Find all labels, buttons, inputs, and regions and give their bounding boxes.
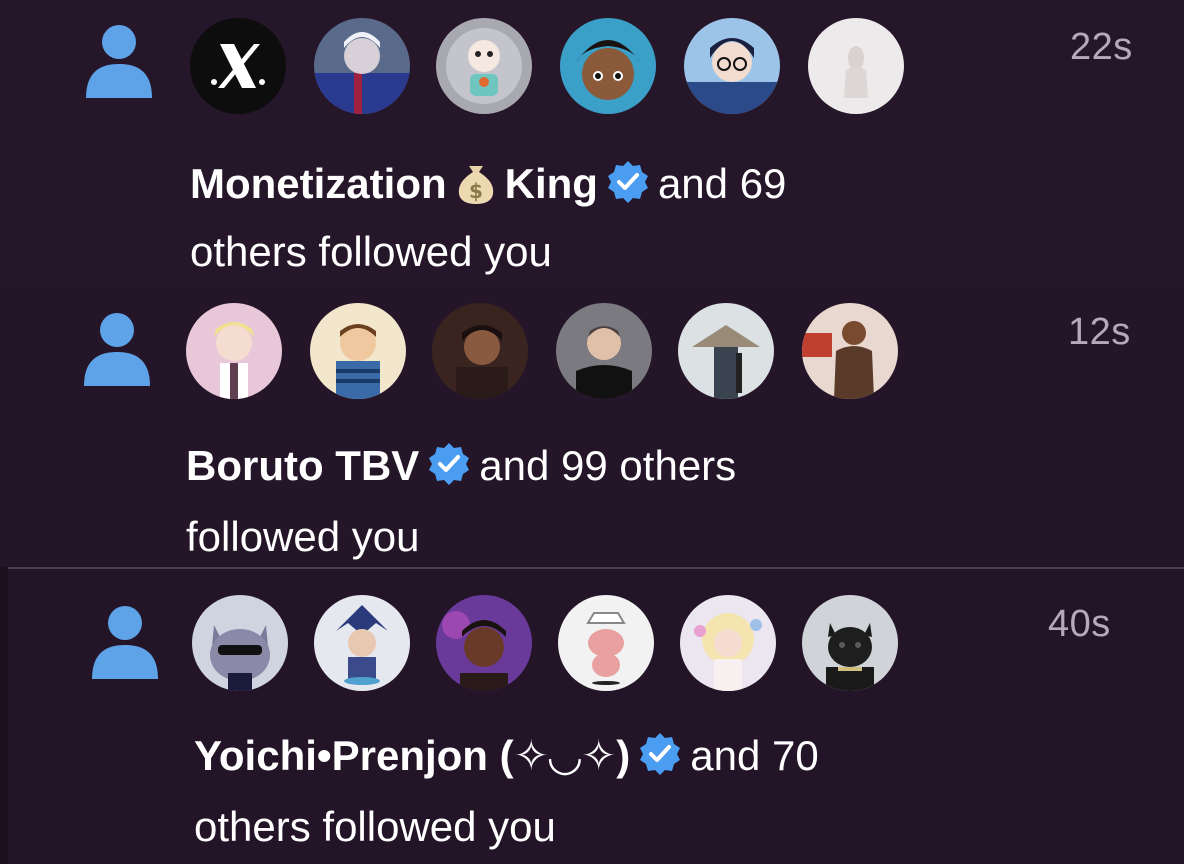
muscular-man-avatar[interactable] (802, 303, 898, 399)
notification-text-line2: followed you (186, 513, 420, 560)
notification-follow-1[interactable]: 22s Monetization $ King and 69 others follo… (0, 0, 1184, 285)
person-icon (84, 22, 154, 98)
chibi-warrior-avatar[interactable] (314, 595, 410, 691)
verified-badge-icon (425, 440, 473, 488)
notification-follow-2[interactable]: 12s Boruto TBV and 99 others followed you (0, 285, 1184, 567)
cartoon-kid-avatar[interactable] (310, 303, 406, 399)
notification-follow-3[interactable]: 40s Yoichi•Prenjon (✧◡✧) and 70 others fo… (8, 567, 1184, 864)
dark-portrait-avatar[interactable] (432, 303, 528, 399)
verified-badge-icon (604, 158, 652, 206)
followers-count-text: and 99 others (479, 442, 737, 489)
black-panther-avatar[interactable] (802, 595, 898, 691)
verified-badge-icon (636, 730, 684, 778)
notification-text-line1: Yoichi•Prenjon (✧◡✧) and 70 (194, 730, 819, 780)
left-edge-strip (0, 567, 8, 864)
straw-hat-warrior-avatar[interactable] (678, 303, 774, 399)
beanie-man-avatar[interactable] (436, 595, 532, 691)
user-name[interactable]: Boruto TBV (186, 442, 419, 489)
man-black-shirt-avatar[interactable] (556, 303, 652, 399)
sunglasses-cat-avatar[interactable] (192, 595, 288, 691)
white-figure-avatar[interactable] (808, 18, 904, 114)
timestamp: 12s (1068, 311, 1131, 353)
pink-creature-avatar[interactable] (558, 595, 654, 691)
money-bag-icon: $ (451, 156, 501, 206)
notification-text-line1: Boruto TBV and 99 others (186, 440, 736, 490)
svg-text:$: $ (469, 179, 483, 203)
notification-text-line2: others followed you (194, 803, 556, 850)
person-icon (82, 310, 152, 386)
followers-count-text: and 69 (657, 160, 787, 207)
notification-text-line2: others followed you (190, 228, 552, 275)
curly-hair-boy-avatar[interactable] (560, 18, 656, 114)
blonde-doll-avatar[interactable] (680, 595, 776, 691)
anime-glasses-avatar[interactable] (684, 18, 780, 114)
person-icon (90, 603, 160, 679)
cartoon-coin-avatar[interactable] (436, 18, 532, 114)
football-player-avatar[interactable] (314, 18, 410, 114)
notification-text-line1: Monetization $ King and 69 (190, 156, 786, 208)
anime-blonde-avatar[interactable] (186, 303, 282, 399)
user-name-suffix[interactable]: King (505, 160, 598, 207)
followers-count-text: and 70 (690, 732, 819, 779)
timestamp: 40s (1048, 603, 1111, 645)
user-name[interactable]: Yoichi•Prenjon (✧◡✧) (194, 732, 630, 779)
user-name[interactable]: Monetization (190, 160, 447, 207)
timestamp: 22s (1070, 26, 1133, 68)
x-logo-avatar[interactable] (190, 18, 286, 114)
